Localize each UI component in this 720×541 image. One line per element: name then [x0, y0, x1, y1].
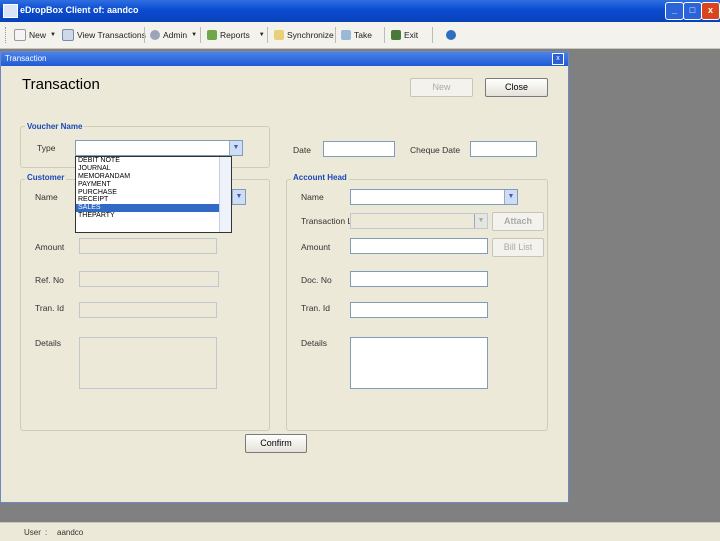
transaction-window-title-bar: Transaction x	[1, 52, 568, 66]
chevron-down-icon: ▼	[258, 32, 265, 38]
confirm-button[interactable]: Confirm	[245, 434, 307, 453]
status-separator: :	[45, 528, 48, 537]
toolbar-separator	[200, 27, 201, 43]
toolbar-separator	[384, 27, 385, 43]
date-label: Date	[293, 145, 311, 155]
reports-menu-label: Reports	[220, 30, 250, 40]
app-title: eDropBox Client of: aandco	[20, 5, 139, 15]
account-details-textarea[interactable]	[350, 337, 488, 389]
type-option[interactable]: THEPARTY	[76, 212, 231, 220]
page-title: Transaction	[22, 76, 100, 93]
customer-tran-id-label: Tran. Id	[35, 303, 64, 313]
account-amount-field[interactable]	[350, 238, 488, 254]
reports-icon	[207, 30, 217, 40]
customer-group-label: Customer	[25, 173, 67, 182]
account-tran-id-field[interactable]	[350, 302, 488, 318]
admin-gear-icon	[150, 30, 160, 40]
synchronize-button[interactable]: Synchronize	[274, 28, 334, 42]
doc-no-label: Doc. No	[301, 275, 332, 285]
maximize-button[interactable]: □	[683, 2, 702, 20]
reports-menu-button[interactable]: Reports ▼	[207, 28, 265, 42]
exit-door-icon	[391, 30, 401, 40]
admin-menu-button[interactable]: Admin ▼	[150, 28, 197, 42]
type-label: Type	[37, 143, 56, 153]
list-icon	[62, 29, 74, 41]
customer-amount-label: Amount	[35, 242, 65, 252]
toolbar-separator	[144, 27, 145, 43]
type-option[interactable]: PURCHASE	[76, 189, 231, 197]
account-amount-label: Amount	[301, 242, 331, 252]
close-button[interactable]: Close	[485, 78, 548, 97]
account-name-label: Name	[301, 192, 324, 202]
toolbar-separator	[432, 27, 433, 43]
app-icon	[3, 4, 18, 18]
synchronize-label: Synchronize	[287, 30, 334, 40]
bill-list-button[interactable]: Bill List	[492, 238, 544, 257]
type-dropdown-list[interactable]: DEBIT NOTE JOURNAL MEMORANDAM PAYMENT PURCHA…	[75, 156, 232, 233]
toolbar-separator	[335, 27, 336, 43]
attach-button[interactable]: Attach	[492, 212, 544, 231]
transaction-window: Transaction x Transaction New Close Vouc…	[0, 51, 569, 503]
exit-button[interactable]: Exit	[391, 28, 418, 42]
customer-tran-id-field[interactable]	[79, 302, 217, 318]
ref-no-field[interactable]	[79, 271, 219, 287]
ref-no-label: Ref. No	[35, 275, 64, 285]
close-window-button[interactable]: x	[701, 2, 720, 20]
view-transactions-button[interactable]: View Transactions	[62, 28, 146, 42]
customer-details-textarea[interactable]	[79, 337, 217, 389]
chevron-down-icon[interactable]: ▼	[504, 190, 517, 204]
chevron-down-icon[interactable]: ▼	[232, 190, 245, 204]
main-toolbar: New ▼ View Transactions Admin ▼ Reports …	[0, 22, 720, 49]
admin-menu-label: Admin	[163, 30, 188, 40]
customer-amount-field[interactable]	[79, 238, 217, 254]
transaction-window-close-button[interactable]: x	[552, 53, 564, 65]
globe-icon	[446, 30, 456, 40]
customer-details-label: Details	[35, 338, 61, 348]
chevron-down-icon[interactable]: ▼	[474, 214, 487, 228]
cheque-date-label: Cheque Date	[410, 145, 461, 155]
type-option[interactable]: MEMORANDAM	[76, 173, 231, 181]
view-transactions-label: View Transactions	[77, 30, 146, 40]
new-document-icon	[14, 29, 26, 41]
status-user-value: aandco	[57, 528, 84, 537]
chevron-down-icon[interactable]: ▼	[229, 141, 242, 155]
new-menu-label: New	[29, 30, 47, 40]
new-button[interactable]: New	[410, 78, 473, 97]
cheque-date-field[interactable]	[470, 141, 537, 157]
type-option[interactable]: SALES	[76, 204, 231, 213]
type-option[interactable]: DEBIT NOTE	[76, 157, 231, 165]
voucher-group-label: Voucher Name	[25, 122, 85, 131]
app-title-bar: eDropBox Client of: aandco _ □ x	[0, 0, 720, 22]
take-label: Take	[354, 30, 372, 40]
dropdown-scrollbar[interactable]	[219, 157, 231, 232]
account-head-group-label: Account Head	[291, 173, 349, 182]
account-name-select[interactable]: ▼	[350, 189, 518, 205]
toolbar-separator	[267, 27, 268, 43]
type-option[interactable]: JOURNAL	[76, 165, 231, 173]
transaction-list-select[interactable]: ▼	[350, 213, 488, 229]
globe-button[interactable]	[446, 28, 459, 42]
minimize-button[interactable]: _	[665, 2, 684, 20]
transaction-window-title: Transaction	[5, 54, 47, 63]
synchronize-icon	[274, 30, 284, 40]
chevron-down-icon: ▼	[191, 32, 198, 38]
type-option[interactable]: RECEIPT	[76, 196, 231, 204]
take-icon	[341, 30, 351, 40]
new-menu-button[interactable]: New ▼	[14, 28, 56, 42]
chevron-down-icon: ▼	[50, 32, 56, 38]
customer-name-label: Name	[35, 192, 58, 202]
exit-label: Exit	[404, 30, 419, 40]
type-option[interactable]: PAYMENT	[76, 181, 231, 189]
account-tran-id-label: Tran. Id	[301, 303, 330, 313]
status-user-label: User	[24, 528, 41, 537]
toolbar-grip	[5, 27, 9, 43]
account-details-label: Details	[301, 338, 327, 348]
type-select[interactable]: ▼	[75, 140, 243, 156]
status-bar: User : aandco	[0, 522, 720, 541]
doc-no-field[interactable]	[350, 271, 488, 287]
take-button[interactable]: Take	[341, 28, 372, 42]
date-field[interactable]	[323, 141, 395, 157]
